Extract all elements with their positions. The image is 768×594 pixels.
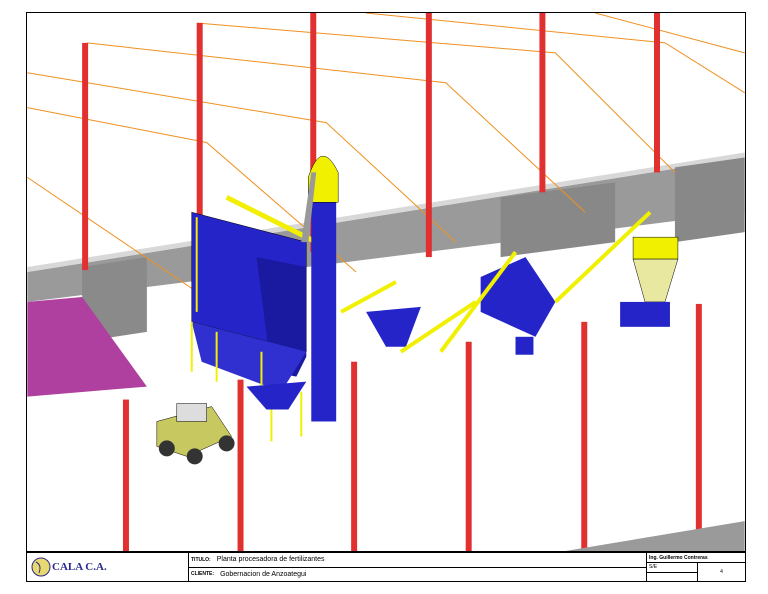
bay-2 (674, 157, 745, 243)
company-logo: CALA C.A. (27, 553, 189, 581)
globe-icon (31, 557, 51, 577)
title-block: CALA C.A. TITULO: Planta procesadora de f… (26, 552, 746, 582)
client-name: Gobernacion de Anzoategui (220, 570, 307, 578)
plant-3d-drawing (26, 12, 746, 552)
drawing-title: Planta procesadora de fertilizantes (216, 556, 325, 564)
date (647, 571, 697, 582)
designer: Ing. Guillermo Contreras (647, 553, 745, 563)
title-row: TITULO: Planta procesadora de fertilizant… (189, 553, 646, 567)
client-row: CLIENTE: Gobernacion de Anzoategui (189, 566, 646, 582)
logo-text: CALA C.A. (52, 561, 107, 573)
title-label: TITULO: (191, 556, 211, 563)
scale: S/E (649, 564, 658, 571)
client-label: CLIENTE: (191, 571, 215, 578)
sheet-number: 4 (720, 569, 723, 575)
